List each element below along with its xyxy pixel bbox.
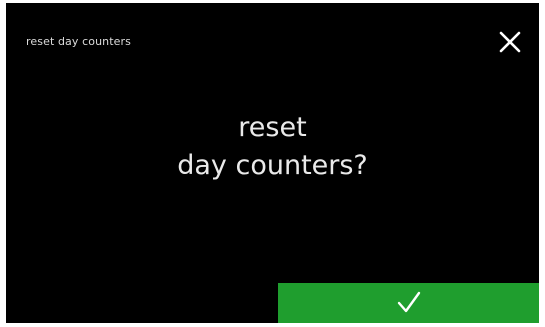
- prompt-line-day-counters: day counters?: [177, 150, 368, 181]
- page-title: reset day counters: [26, 35, 131, 48]
- prompt-line-reset: reset: [238, 112, 307, 143]
- reset-dialog-screen: reset day counters reset day counters?: [6, 3, 539, 323]
- close-button[interactable]: [497, 29, 523, 55]
- confirm-button[interactable]: [278, 283, 539, 323]
- check-icon: [397, 291, 421, 313]
- close-icon: [499, 31, 521, 53]
